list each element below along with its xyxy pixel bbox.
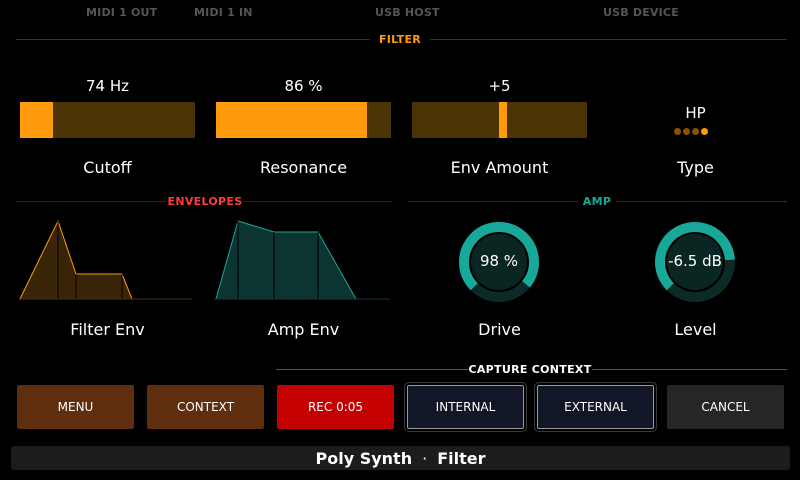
- amp-env-label: Amp Env: [267, 320, 340, 339]
- amp-env-graph[interactable]: [214, 216, 392, 302]
- type-dot-4-selected: [701, 128, 708, 135]
- rec-button[interactable]: REC 0:05: [277, 385, 394, 429]
- filter-section-title: FILTER: [370, 33, 430, 46]
- envelopes-section-title: ENVELOPES: [166, 195, 244, 208]
- filter-env-graph[interactable]: [18, 216, 194, 302]
- amp-section-title: AMP: [578, 195, 616, 208]
- port-usb-host: USB HOST: [375, 6, 440, 19]
- type-value[interactable]: HP: [608, 104, 783, 122]
- capture-context-title: CAPTURE CONTEXT: [468, 363, 592, 376]
- footer-page-name: Filter: [437, 448, 486, 468]
- external-button[interactable]: EXTERNAL: [534, 382, 657, 432]
- internal-button[interactable]: INTERNAL: [404, 382, 527, 432]
- env-amount-slider-indicator: [499, 102, 507, 138]
- cutoff-value: 74 Hz: [85, 77, 129, 95]
- resonance-slider[interactable]: [216, 102, 391, 138]
- env-amount-slider[interactable]: [412, 102, 587, 138]
- type-dot-2: [683, 128, 690, 135]
- cutoff-slider-fill: [20, 102, 53, 138]
- cutoff-label: Cutoff: [83, 158, 132, 177]
- footer-app-name: Poly Synth: [315, 448, 413, 468]
- env-amount-value: +5: [488, 77, 511, 95]
- drive-value: 98 %: [479, 252, 519, 270]
- level-label: Level: [674, 320, 717, 339]
- footer-separator: ·: [422, 448, 428, 468]
- filter-env-label: Filter Env: [70, 320, 145, 339]
- type-indicator-dots: [608, 128, 783, 138]
- cancel-button[interactable]: CANCEL: [667, 385, 784, 429]
- level-value: -6.5 dB: [668, 252, 722, 270]
- menu-button[interactable]: MENU: [17, 385, 134, 429]
- footer-bar: Poly Synth · Filter: [11, 446, 790, 470]
- resonance-slider-fill: [216, 102, 367, 138]
- port-midi-out: MIDI 1 OUT: [86, 6, 158, 19]
- type-dot-3: [692, 128, 699, 135]
- resonance-label: Resonance: [259, 158, 348, 177]
- type-label: Type: [677, 158, 714, 177]
- drive-label: Drive: [478, 320, 521, 339]
- port-usb-device: USB DEVICE: [603, 6, 679, 19]
- port-midi-in: MIDI 1 IN: [194, 6, 253, 19]
- cutoff-slider[interactable]: [20, 102, 195, 138]
- amp-env-shape: [215, 220, 357, 300]
- type-dot-1: [674, 128, 681, 135]
- env-amount-label: Env Amount: [450, 158, 549, 177]
- resonance-value: 86 %: [284, 77, 323, 95]
- context-button[interactable]: CONTEXT: [147, 385, 264, 429]
